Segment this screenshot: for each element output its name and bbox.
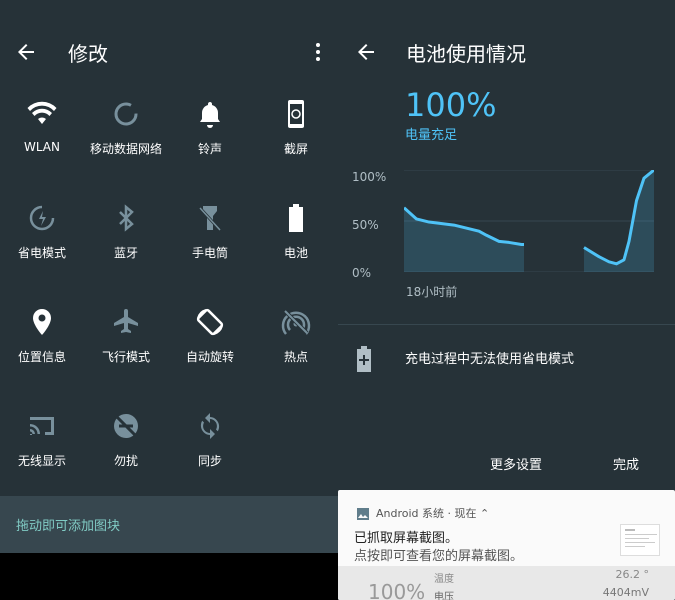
sync-icon xyxy=(200,413,220,439)
tile-cast[interactable]: 无线显示 xyxy=(0,410,84,469)
tile-label: 蓝牙 xyxy=(113,246,138,260)
tile-location[interactable]: 位置信息 xyxy=(0,306,84,365)
tile-hotspot[interactable]: 热点 xyxy=(254,306,338,365)
bell-icon xyxy=(200,102,220,128)
charge-note: 充电过程中无法使用省电模式 xyxy=(405,352,575,367)
wifi-icon xyxy=(27,101,57,124)
y-tick-label: 0% xyxy=(352,266,372,280)
preview-percent: 100% xyxy=(368,580,426,600)
screenshot-icon xyxy=(288,100,304,128)
tile-airplane[interactable]: 飞行模式 xyxy=(84,306,168,365)
battery-percent: 100% xyxy=(405,86,497,124)
tile-label: 热点 xyxy=(283,350,308,364)
tile-label: 省电模式 xyxy=(17,246,66,260)
tile-dnd[interactable]: 勿扰 xyxy=(84,410,168,469)
battery-icon xyxy=(289,204,303,232)
screenshot-thumbnail xyxy=(620,524,660,556)
nav-bar-area xyxy=(0,553,338,600)
tile-mobile-data[interactable]: 移动数据网络 xyxy=(84,98,168,157)
edit-topbar: 修改 xyxy=(0,0,338,104)
tile-label: 铃声 xyxy=(197,142,222,156)
drag-hint-bar: 拖动即可添加图块 xyxy=(0,496,338,553)
back-arrow-icon[interactable] xyxy=(14,40,38,64)
tile-label: 自动旋转 xyxy=(185,350,234,364)
preview-value: 26.2 ° xyxy=(615,568,650,581)
tile-ringer[interactable]: 铃声 xyxy=(168,98,252,157)
tile-label: WLAN xyxy=(23,140,60,154)
quick-settings-edit-panel: 修改 WLAN 移动数据网络 铃声 截屏 省电模式 蓝牙 手电筒 电池 位置信息… xyxy=(0,0,338,600)
tile-flashlight[interactable]: 手电筒 xyxy=(168,202,252,261)
location-icon xyxy=(33,309,51,335)
tile-label: 飞行模式 xyxy=(101,350,150,364)
battery-saver-icon xyxy=(29,205,55,231)
thumbnail-content-icon xyxy=(625,529,657,547)
drag-hint-text: 拖动即可添加图块 xyxy=(16,519,121,534)
tile-label: 截屏 xyxy=(283,142,308,156)
x-axis-label: 18小时前 xyxy=(406,285,458,299)
hotspot-icon xyxy=(281,309,311,335)
page-title: 电池使用情况 xyxy=(406,42,526,66)
tile-battery-saver[interactable]: 省电模式 xyxy=(0,202,84,261)
screenshot-notification[interactable]: Android 系统 · 现在 ⌃ 已抓取屏幕截图。 点按即可查看您的屏幕截图。… xyxy=(338,490,675,600)
mobile-data-icon xyxy=(114,102,138,126)
back-arrow-icon[interactable] xyxy=(354,40,378,64)
preview-value: 4404mV xyxy=(602,586,649,599)
notification-header: Android 系统 · 现在 ⌃ xyxy=(376,505,489,521)
cast-icon xyxy=(30,417,54,435)
tile-screenshot[interactable]: 截屏 xyxy=(254,98,338,157)
y-tick-label: 50% xyxy=(352,218,379,232)
tile-auto-rotate[interactable]: 自动旋转 xyxy=(168,306,252,365)
airplane-icon xyxy=(114,309,138,333)
tile-label: 无线显示 xyxy=(17,454,66,468)
notification-title: 已抓取屏幕截图。 xyxy=(354,531,459,546)
y-tick-label: 100% xyxy=(352,170,387,184)
tile-label: 勿扰 xyxy=(113,454,138,468)
tile-label: 移动数据网络 xyxy=(89,142,162,156)
more-settings-button[interactable]: 更多设置 xyxy=(490,454,542,473)
tile-label: 手电筒 xyxy=(191,246,228,260)
auto-rotate-icon xyxy=(196,308,224,336)
tile-label: 同步 xyxy=(197,454,222,468)
image-icon xyxy=(357,508,369,520)
battery-status: 电量充足 xyxy=(405,128,458,143)
tile-label: 位置信息 xyxy=(17,350,66,364)
overflow-menu-icon[interactable] xyxy=(310,40,326,64)
chevron-up-icon[interactable]: ⌃ xyxy=(480,507,489,520)
preview-label: 电压 xyxy=(434,592,454,600)
flashlight-icon xyxy=(198,206,222,232)
battery-charging-icon xyxy=(357,346,371,372)
notification-body: 点按即可查看您的屏幕截图。 xyxy=(354,549,524,564)
done-button[interactable]: 完成 xyxy=(613,454,639,473)
tile-label: 电池 xyxy=(283,246,308,260)
tile-sync[interactable]: 同步 xyxy=(168,410,252,469)
bluetooth-icon xyxy=(119,204,134,232)
preview-label: 温度 xyxy=(434,574,454,585)
tile-battery[interactable]: 电池 xyxy=(254,202,338,261)
do-not-disturb-icon xyxy=(113,413,139,439)
tile-wlan[interactable]: WLAN xyxy=(0,98,84,154)
battery-chart xyxy=(404,170,654,272)
notification-app: Android 系统 · 现在 xyxy=(376,507,477,520)
divider xyxy=(338,324,675,325)
screenshot-preview: 100% 温度 电压 26.2 ° 4404mV xyxy=(338,566,675,600)
battery-series-area xyxy=(404,207,524,272)
page-title: 修改 xyxy=(68,42,108,66)
tile-bluetooth[interactable]: 蓝牙 xyxy=(84,202,168,261)
